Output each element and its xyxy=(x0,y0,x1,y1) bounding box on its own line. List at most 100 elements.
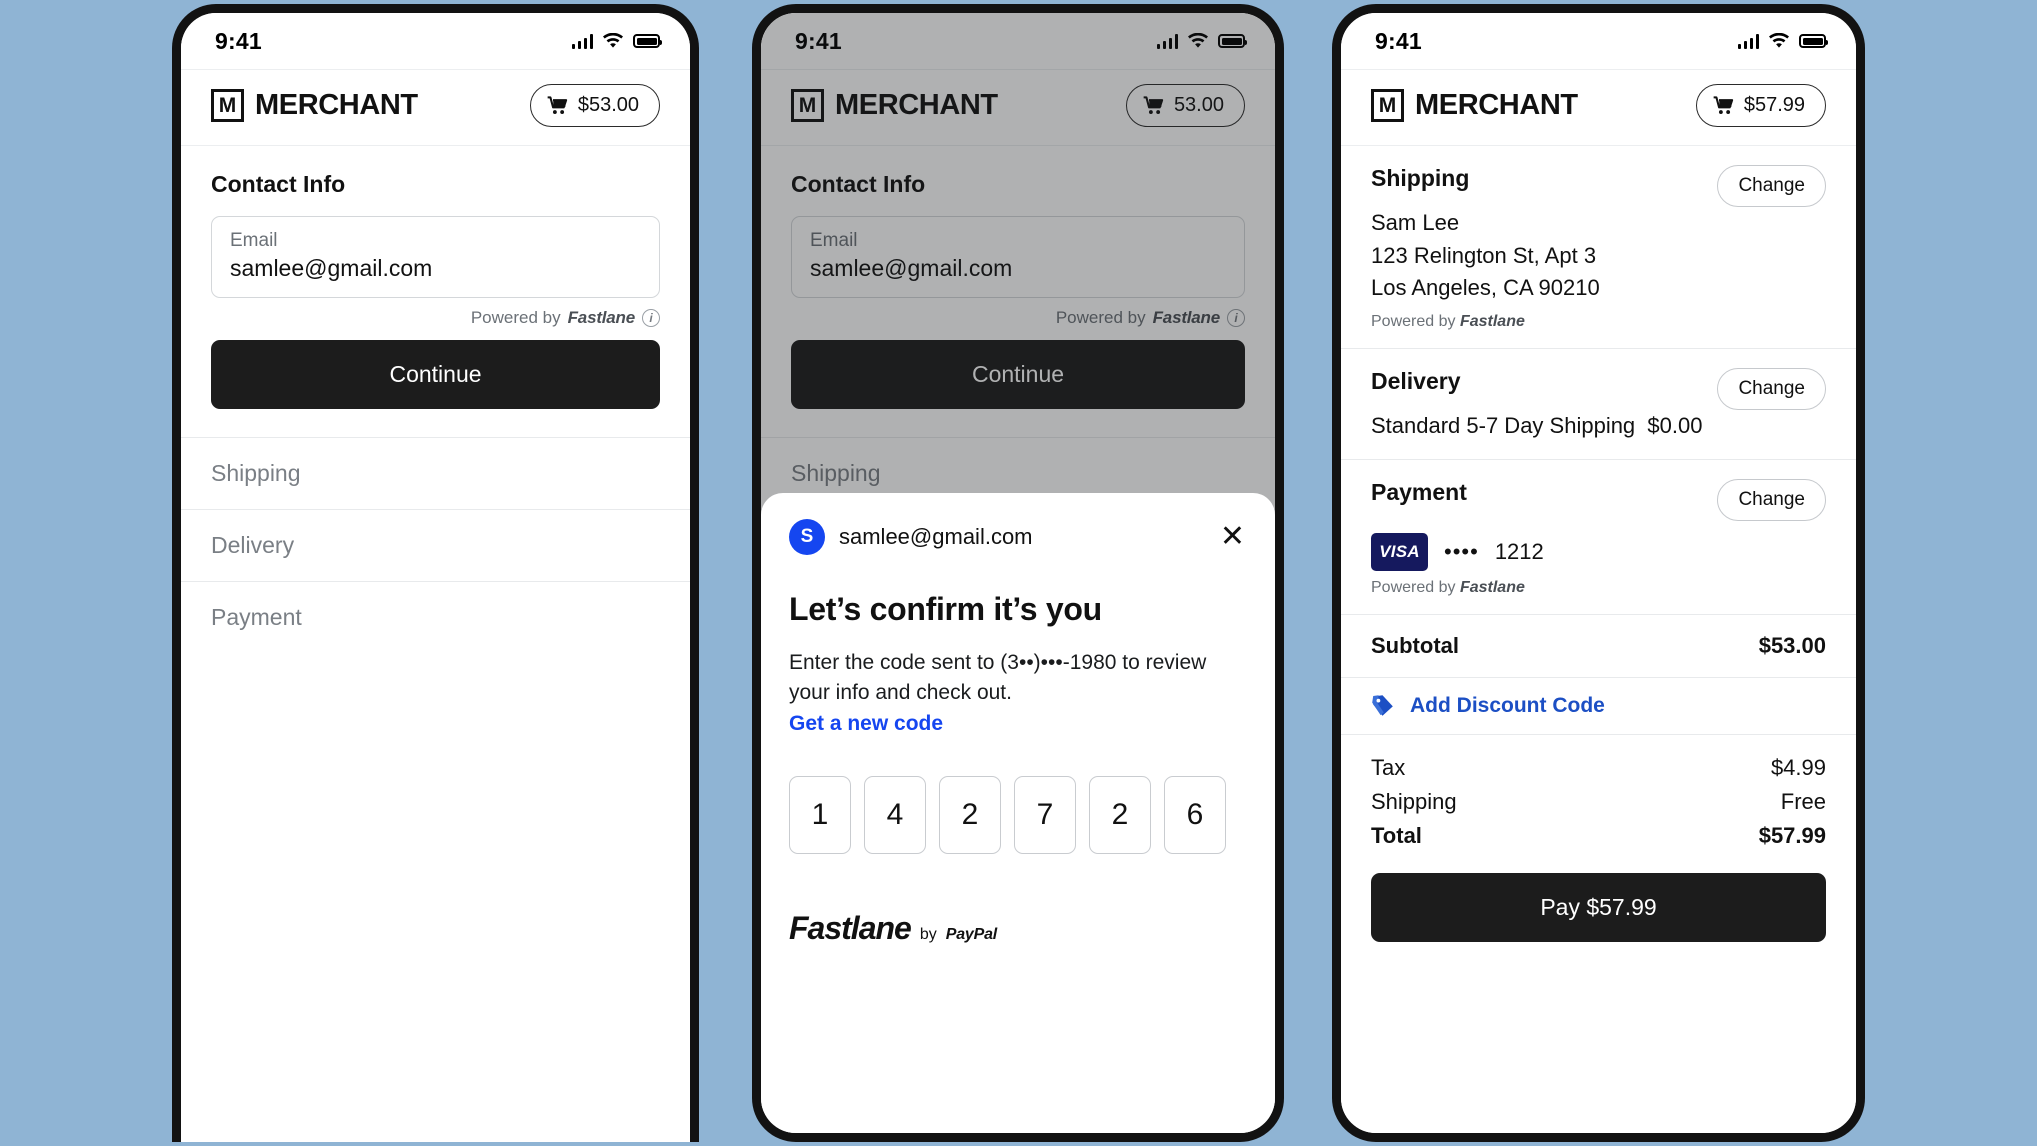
payment-card-row: VISA •••• 1212 xyxy=(1371,533,1826,572)
phone-2-screen: 9:41 M MERCHANT 53.00 Contact Info Email… xyxy=(761,13,1275,1133)
step-delivery[interactable]: Delivery xyxy=(181,509,690,581)
review-delivery-section: Delivery Change Standard 5-7 Day Shippin… xyxy=(1341,349,1856,461)
subtotal-row: Subtotal $53.00 xyxy=(1341,615,1856,679)
cart-button-2[interactable]: 53.00 xyxy=(1125,84,1245,127)
powered-by-fastlane-2: Powered by Fastlane i xyxy=(791,298,1245,328)
signal-icon xyxy=(1156,33,1178,49)
fastlane-wordmark: Fastlane xyxy=(1152,308,1221,327)
brand-mark-icon: M xyxy=(211,89,244,122)
battery-icon xyxy=(1799,34,1828,48)
tax-label: Tax xyxy=(1371,755,1406,781)
signal-icon xyxy=(1737,33,1759,49)
change-shipping-button[interactable]: Change xyxy=(1717,165,1826,207)
logo-by-text: by xyxy=(919,925,937,943)
email-label-2: Email xyxy=(810,230,858,251)
brand-logo: M MERCHANT xyxy=(211,89,418,122)
email-value: samlee@gmail.com xyxy=(230,255,433,281)
fastlane-wordmark: Fastlane xyxy=(1459,312,1525,330)
brand-logo-2: M MERCHANT xyxy=(791,89,998,122)
add-discount-code-button[interactable]: Add Discount Code xyxy=(1341,678,1856,736)
cart-amount-3: $57.99 xyxy=(1743,94,1805,116)
subtotal-line: Subtotal $53.00 xyxy=(1371,633,1826,659)
status-icons xyxy=(571,33,662,49)
brand-name: MERCHANT xyxy=(1415,89,1578,121)
delivery-header: Delivery Change xyxy=(1371,367,1826,410)
screenshot-stage: 9:41 M MERCHANT $53.00 Contact Info Emai… xyxy=(0,0,2037,1146)
cart-amount-2: 53.00 xyxy=(1173,94,1224,116)
brand-name: MERCHANT xyxy=(255,89,418,121)
continue-button-2[interactable]: Continue xyxy=(791,340,1245,409)
summary-row-total: Total $57.99 xyxy=(1371,819,1826,853)
delivery-method: Standard 5-7 Day Shipping xyxy=(1371,412,1636,438)
contact-section: Contact Info Email samlee@gmail.com Powe… xyxy=(181,146,690,409)
status-bar: 9:41 xyxy=(181,13,690,69)
merchant-header: M MERCHANT $53.00 xyxy=(181,69,690,146)
phone-2-otp-step: 9:41 M MERCHANT 53.00 Contact Info Email… xyxy=(752,4,1284,1142)
pay-button-wrap: Pay $57.99 xyxy=(1341,861,1856,943)
phone-1-contact-step: 9:41 M MERCHANT $53.00 Contact Info Emai… xyxy=(172,4,699,1142)
paypal-logo-text: PayPal xyxy=(945,925,998,943)
status-bar-2: 9:41 xyxy=(761,13,1275,69)
merchant-header-3: M MERCHANT $57.99 xyxy=(1341,69,1856,146)
payment-header: Payment Change xyxy=(1371,479,1826,522)
cart-amount: $53.00 xyxy=(577,94,639,116)
contact-section-2: Contact Info Email samlee@gmail.com Powe… xyxy=(761,146,1275,409)
merchant-header-2: M MERCHANT 53.00 xyxy=(761,69,1275,146)
change-delivery-button[interactable]: Change xyxy=(1717,367,1826,410)
review-payment-section: Payment Change VISA •••• 1212 Powered by… xyxy=(1341,460,1856,616)
battery-icon xyxy=(633,34,662,48)
otp-digit-3[interactable]: 2 xyxy=(939,775,1001,854)
powered-prefix: Powered by xyxy=(1371,312,1456,330)
status-bar-3: 9:41 xyxy=(1341,13,1856,69)
summary-row-tax: Tax $4.99 xyxy=(1371,751,1826,785)
phone-1-screen: 9:41 M MERCHANT $53.00 Contact Info Emai… xyxy=(181,13,690,1142)
email-value-2: samlee@gmail.com xyxy=(810,255,1013,281)
step-payment[interactable]: Payment xyxy=(181,581,690,653)
otp-modal-header: S samlee@gmail.com ✕ xyxy=(789,519,1247,555)
cart-button[interactable]: $53.00 xyxy=(529,84,660,127)
close-icon[interactable]: ✕ xyxy=(1218,522,1247,552)
get-new-code-link[interactable]: Get a new code xyxy=(789,712,943,736)
brand-mark-icon: M xyxy=(1371,89,1404,122)
otp-digit-2[interactable]: 4 xyxy=(864,775,926,854)
step-shipping[interactable]: Shipping xyxy=(181,437,690,509)
cart-icon xyxy=(547,96,567,114)
email-field-2[interactable]: Email samlee@gmail.com xyxy=(791,216,1245,298)
otp-modal-user: S samlee@gmail.com xyxy=(789,519,1033,555)
phone-3-screen: 9:41 M MERCHANT $57.99 Shipping Change S… xyxy=(1341,13,1856,1133)
powered-by-fastlane: Powered by Fastlane i xyxy=(211,298,660,328)
phone-3-review-step: 9:41 M MERCHANT $57.99 Shipping Change S… xyxy=(1332,4,1865,1142)
otp-modal-heading: Let’s confirm it’s you xyxy=(789,591,1102,627)
avatar: S xyxy=(789,519,825,555)
otp-modal-body: Enter the code sent to (3••)•••-1980 to … xyxy=(789,651,1207,704)
pay-button[interactable]: Pay $57.99 xyxy=(1371,873,1826,943)
subtotal-value: $53.00 xyxy=(1758,633,1826,659)
cart-button-3[interactable]: $57.99 xyxy=(1695,84,1826,127)
otp-modal-email: samlee@gmail.com xyxy=(839,524,1033,549)
shipping-powered-by: Powered by Fastlane xyxy=(1371,313,1826,331)
payment-title: Payment xyxy=(1371,479,1467,506)
shipping-header: Shipping Change xyxy=(1371,165,1826,207)
fastlane-wordmark: Fastlane xyxy=(1459,579,1525,597)
delivery-title: Delivery xyxy=(1371,367,1461,394)
otp-digit-1[interactable]: 1 xyxy=(789,775,851,854)
info-icon[interactable]: i xyxy=(1227,309,1245,327)
continue-button[interactable]: Continue xyxy=(211,340,660,409)
cart-icon xyxy=(1713,96,1733,114)
shipping-title: Shipping xyxy=(1371,165,1470,191)
email-field[interactable]: Email samlee@gmail.com xyxy=(211,216,660,298)
otp-digit-5[interactable]: 2 xyxy=(1089,775,1151,854)
shipping-cost-value: Free xyxy=(1780,789,1826,815)
powered-prefix: Powered by xyxy=(1371,579,1456,597)
otp-modal: S samlee@gmail.com ✕ Let’s confirm it’s … xyxy=(761,493,1275,1133)
powered-prefix: Powered by xyxy=(1055,308,1146,327)
battery-icon xyxy=(1218,34,1247,48)
wifi-icon xyxy=(1769,33,1789,48)
otp-digit-4[interactable]: 7 xyxy=(1014,775,1076,854)
email-label: Email xyxy=(230,230,278,251)
info-icon[interactable]: i xyxy=(642,309,660,327)
wifi-icon xyxy=(603,33,623,48)
change-payment-button[interactable]: Change xyxy=(1717,479,1826,522)
otp-digit-6[interactable]: 6 xyxy=(1164,775,1226,854)
fastlane-logo-text: Fastlane xyxy=(789,909,912,946)
